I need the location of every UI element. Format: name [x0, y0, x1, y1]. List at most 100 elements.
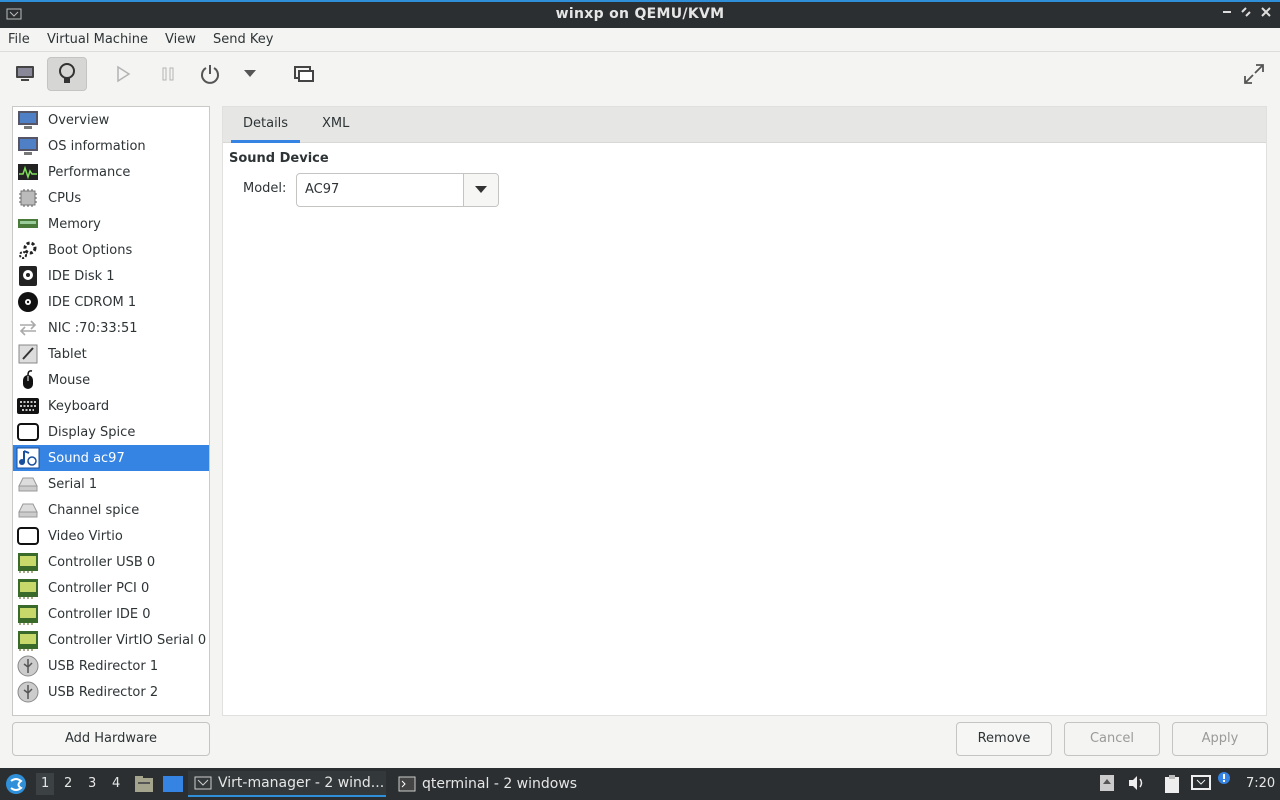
disk-icon [15, 264, 41, 288]
show-desktop-icon[interactable] [162, 775, 184, 797]
keyboard-icon [15, 394, 41, 418]
sidebar-item[interactable]: Boot Options [13, 237, 209, 263]
menu-bar: File Virtual Machine View Send Key [0, 28, 1280, 52]
sidebar-item-label: Memory [48, 216, 101, 232]
sidebar-item[interactable]: USB Redirector 2 [13, 679, 209, 705]
controller-icon [15, 576, 41, 600]
pause-button[interactable] [148, 57, 188, 91]
sidebar-item-label: Overview [48, 112, 110, 128]
controller-icon [15, 602, 41, 626]
model-combobox[interactable]: AC97 [296, 173, 499, 207]
sidebar-item[interactable]: Controller VirtIO Serial 0 [13, 627, 209, 653]
fullscreen-icon [1244, 64, 1264, 84]
clipboard-icon[interactable] [1163, 774, 1181, 798]
fullscreen-button[interactable] [1234, 57, 1274, 91]
eject-icon[interactable] [1099, 774, 1115, 796]
volume-icon[interactable] [1127, 774, 1145, 796]
cancel-button[interactable]: Cancel [1064, 722, 1160, 756]
start-menu-icon[interactable] [5, 773, 27, 799]
serial-icon [15, 472, 41, 496]
section-title: Sound Device [229, 151, 329, 166]
task-virt-manager[interactable]: Virt-manager - 2 wind... [188, 771, 386, 797]
add-hardware-button[interactable]: Add Hardware [12, 722, 210, 756]
sidebar-item[interactable]: Video Virtio [13, 523, 209, 549]
snapshots-button[interactable] [284, 57, 324, 91]
sidebar-item[interactable]: IDE CDROM 1 [13, 289, 209, 315]
task-qterminal[interactable]: qterminal - 2 windows [392, 771, 582, 797]
maximize-button[interactable] [1236, 5, 1256, 25]
tab-bar: Details XML [223, 107, 1266, 143]
sidebar-item-label: Boot Options [48, 242, 133, 258]
sidebar-item[interactable]: Mouse [13, 367, 209, 393]
tab-xml[interactable]: XML [310, 107, 361, 143]
sidebar-item[interactable]: USB Redirector 1 [13, 653, 209, 679]
shutdown-menu-button[interactable] [230, 57, 270, 91]
menu-file[interactable]: File [8, 32, 30, 47]
sidebar-item-label: Controller PCI 0 [48, 580, 150, 596]
sidebar-item[interactable]: NIC :70:33:51 [13, 315, 209, 341]
workspace-3[interactable]: 3 [88, 776, 96, 791]
sidebar-item[interactable]: Performance [13, 159, 209, 185]
sidebar-item[interactable]: CPUs [13, 185, 209, 211]
tab-details[interactable]: Details [231, 107, 301, 143]
sidebar-item-label: Mouse [48, 372, 91, 388]
menu-view[interactable]: View [165, 32, 196, 47]
shutdown-button[interactable] [190, 57, 230, 91]
sidebar-item[interactable]: Overview [13, 107, 209, 133]
display-icon [15, 420, 41, 444]
hardware-list[interactable]: Overview OS information Performance CPUs Mem… [12, 106, 210, 716]
sidebar-item-label: Keyboard [48, 398, 110, 414]
sidebar-item-label: OS information [48, 138, 146, 154]
lightbulb-icon [59, 63, 75, 83]
sidebar-item[interactable]: Tablet [13, 341, 209, 367]
sidebar-item[interactable]: Sound ac97 [13, 445, 209, 471]
run-button[interactable] [103, 57, 143, 91]
sidebar-item-label: NIC :70:33:51 [48, 320, 138, 336]
network-icon [15, 316, 41, 340]
monitor-icon [15, 134, 41, 158]
menu-virtual-machine[interactable]: Virtual Machine [47, 32, 148, 47]
pause-icon [162, 67, 174, 81]
sidebar-item[interactable]: Memory [13, 211, 209, 237]
sidebar-item[interactable]: Channel spice [13, 497, 209, 523]
apply-button[interactable]: Apply [1172, 722, 1268, 756]
network-tray-icon[interactable] [1191, 774, 1211, 796]
workspace-1[interactable]: 1 [36, 773, 55, 795]
remove-button[interactable]: Remove [956, 722, 1052, 756]
cpu-icon [15, 186, 41, 210]
window-title: winxp on QEMU/KVM [555, 6, 725, 22]
file-manager-icon[interactable] [134, 775, 154, 797]
sidebar-item[interactable]: Controller PCI 0 [13, 575, 209, 601]
mouse-icon [15, 368, 41, 392]
main-area: Overview OS information Performance CPUs Mem… [0, 98, 1280, 768]
sidebar-item-label: CPUs [48, 190, 82, 206]
gear-icon [15, 238, 41, 262]
workspace-4[interactable]: 4 [112, 776, 120, 791]
sidebar-item[interactable]: Serial 1 [13, 471, 209, 497]
screens-icon [294, 66, 314, 82]
console-button[interactable] [5, 57, 45, 91]
sidebar-item-label: Controller VirtIO Serial 0 [48, 632, 207, 648]
menu-send-key[interactable]: Send Key [213, 32, 273, 47]
toolbar [0, 52, 1280, 98]
sidebar-item[interactable]: Controller IDE 0 [13, 601, 209, 627]
title-bar: winxp on QEMU/KVM [0, 0, 1280, 28]
minimize-button[interactable] [1217, 5, 1237, 25]
sidebar-item-label: Serial 1 [48, 476, 98, 492]
performance-icon [15, 160, 41, 184]
sidebar-item-label: IDE Disk 1 [48, 268, 115, 284]
combo-dropdown-button[interactable] [463, 174, 498, 206]
sidebar-item[interactable]: Controller USB 0 [13, 549, 209, 575]
notification-icon[interactable] [1217, 771, 1231, 789]
sidebar-item-label: Controller IDE 0 [48, 606, 151, 622]
sidebar-item[interactable]: Keyboard [13, 393, 209, 419]
sidebar-item[interactable]: OS information [13, 133, 209, 159]
sound-icon [15, 446, 41, 470]
chevron-down-icon [475, 186, 487, 193]
workspace-2[interactable]: 2 [64, 776, 72, 791]
sidebar-item[interactable]: IDE Disk 1 [13, 263, 209, 289]
close-button[interactable] [1256, 5, 1276, 25]
sidebar-item-label: Display Spice [48, 424, 136, 440]
details-button[interactable] [47, 57, 87, 91]
sidebar-item[interactable]: Display Spice [13, 419, 209, 445]
